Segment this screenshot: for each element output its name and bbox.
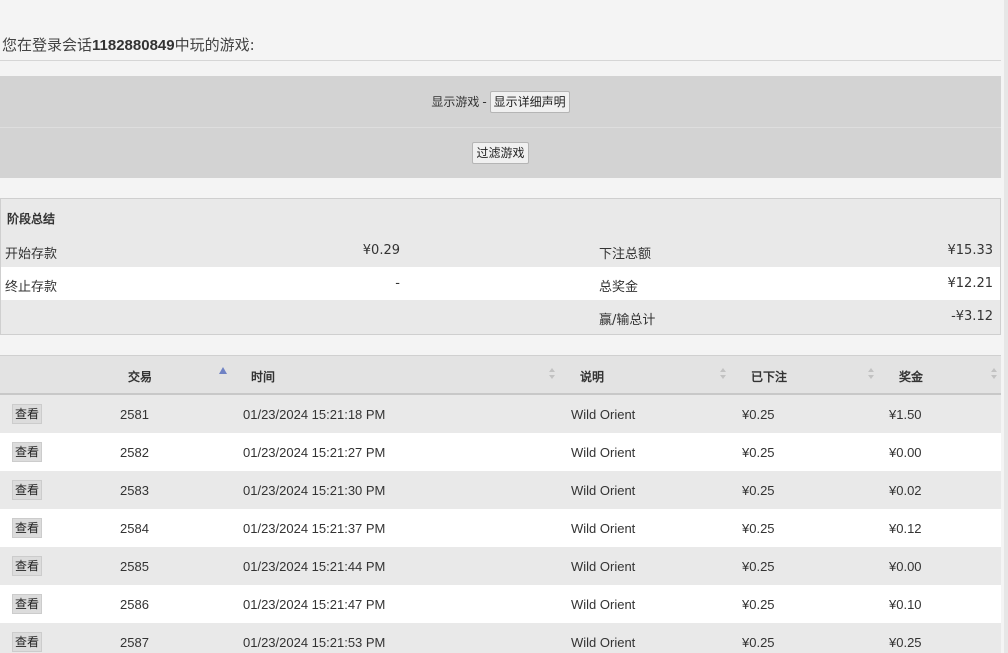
summary-label: 开始存款 xyxy=(5,247,58,262)
sort-icon[interactable] xyxy=(991,368,997,382)
bet-cell: ¥0.25 xyxy=(742,559,775,574)
summary-label: 终止存款 xyxy=(5,280,58,295)
time-cell: 01/23/2024 15:21:30 PM xyxy=(243,483,386,498)
description-cell: Wild Orient xyxy=(571,483,636,498)
scrollbar[interactable] xyxy=(1004,0,1008,653)
sort-icon[interactable] xyxy=(549,368,555,382)
show-games-label: 显示游戏 xyxy=(431,95,480,109)
filter-games-button[interactable]: 过滤游戏 xyxy=(472,142,529,164)
win-cell: ¥1.50 xyxy=(889,407,922,422)
view-button[interactable]: 查看 xyxy=(12,404,43,424)
view-button[interactable]: 查看 xyxy=(12,556,43,576)
transaction-id-cell: 2581 xyxy=(120,407,149,422)
column-header-bet[interactable]: 已下注 xyxy=(751,368,787,385)
summary-value: ¥0.29 xyxy=(362,243,400,258)
session-id: 1182880849 xyxy=(92,37,175,54)
transaction-id-cell: 2585 xyxy=(120,559,149,574)
bet-cell: ¥0.25 xyxy=(742,445,775,460)
description-cell: Wild Orient xyxy=(571,635,636,650)
bet-cell: ¥0.25 xyxy=(742,635,775,650)
time-cell: 01/23/2024 15:21:37 PM xyxy=(243,521,386,536)
summary-label: 赢/输总计 xyxy=(599,313,656,328)
header-divider xyxy=(0,60,1001,61)
games-grid-header: 交易 时间 说明 已下注 奖金 xyxy=(0,355,1001,395)
transaction-id-cell: 2586 xyxy=(120,597,149,612)
table-row: 查看 2582 01/23/2024 15:21:27 PM Wild Orient ¥… xyxy=(0,433,1001,471)
show-details-button[interactable]: 显示详细声明 xyxy=(489,90,570,113)
time-cell: 01/23/2024 15:21:18 PM xyxy=(243,407,386,422)
column-header-description[interactable]: 说明 xyxy=(580,368,604,385)
summary-row-net: 赢/输总计 -¥3.12 xyxy=(1,300,1000,333)
time-cell: 01/23/2024 15:21:44 PM xyxy=(243,559,386,574)
win-cell: ¥0.02 xyxy=(889,483,922,498)
description-cell: Wild Orient xyxy=(571,559,636,574)
win-cell: ¥0.12 xyxy=(889,521,922,536)
win-cell: ¥0.00 xyxy=(889,559,922,574)
sort-ascending-icon[interactable] xyxy=(219,367,227,374)
time-cell: 01/23/2024 15:21:53 PM xyxy=(243,635,386,650)
table-row: 查看 2581 01/23/2024 15:21:18 PM Wild Orient ¥… xyxy=(0,395,1001,433)
transaction-id-cell: 2584 xyxy=(120,521,149,536)
bet-cell: ¥0.25 xyxy=(742,483,775,498)
view-button[interactable]: 查看 xyxy=(12,594,43,614)
bet-cell: ¥0.25 xyxy=(742,521,775,536)
description-cell: Wild Orient xyxy=(571,445,636,460)
time-cell: 01/23/2024 15:21:47 PM xyxy=(243,597,386,612)
session-prefix: 您在登录会话 xyxy=(2,36,93,54)
description-cell: Wild Orient xyxy=(571,521,636,536)
transaction-id-cell: 2582 xyxy=(120,445,149,460)
table-row: 查看 2586 01/23/2024 15:21:47 PM Wild Orient ¥… xyxy=(0,585,1001,623)
bet-cell: ¥0.25 xyxy=(742,407,775,422)
table-row: 查看 2583 01/23/2024 15:21:30 PM Wild Orient ¥… xyxy=(0,471,1001,509)
view-button[interactable]: 查看 xyxy=(12,632,43,652)
summary-value: ¥12.21 xyxy=(947,276,994,291)
separator: - xyxy=(482,94,487,109)
sort-icon[interactable] xyxy=(720,368,726,382)
table-row: 查看 2587 01/23/2024 15:21:53 PM Wild Orient ¥… xyxy=(0,623,1001,653)
session-header: 您在登录会话1182880849中玩的游戏: xyxy=(2,34,255,55)
view-button[interactable]: 查看 xyxy=(12,480,43,500)
transaction-id-cell: 2587 xyxy=(120,635,149,650)
win-cell: ¥0.00 xyxy=(889,445,922,460)
session-suffix: 中玩的游戏: xyxy=(174,36,255,54)
summary-title: 阶段总结 xyxy=(7,212,56,226)
table-row: 查看 2584 01/23/2024 15:21:37 PM Wild Orient ¥… xyxy=(0,509,1001,547)
table-row: 查看 2585 01/23/2024 15:21:44 PM Wild Orient ¥… xyxy=(0,547,1001,585)
filter-row-filter: 过滤游戏 xyxy=(0,128,1001,178)
description-cell: Wild Orient xyxy=(571,407,636,422)
summary-row-start: 开始存款 ¥0.29 下注总额 ¥15.33 xyxy=(1,234,1000,267)
win-cell: ¥0.25 xyxy=(889,635,922,650)
summary-label: 下注总额 xyxy=(599,247,652,262)
summary-value: -¥3.12 xyxy=(951,309,993,324)
game-history-page: 您在登录会话1182880849中玩的游戏: 显示游戏 - 显示详细声明 过滤游… xyxy=(0,0,1008,653)
games-grid-body: 查看 2581 01/23/2024 15:21:18 PM Wild Orient ¥… xyxy=(0,395,1001,653)
filter-row-show: 显示游戏 - 显示详细声明 xyxy=(0,76,1001,127)
time-cell: 01/23/2024 15:21:27 PM xyxy=(243,445,386,460)
column-header-win[interactable]: 奖金 xyxy=(899,368,923,385)
sort-icon[interactable] xyxy=(868,368,874,382)
summary-row-end: 终止存款 - 总奖金 ¥12.21 xyxy=(1,267,1000,300)
win-cell: ¥0.10 xyxy=(889,597,922,612)
view-button[interactable]: 查看 xyxy=(12,442,43,462)
transaction-id-cell: 2583 xyxy=(120,483,149,498)
summary-value: ¥15.33 xyxy=(947,243,994,258)
bet-cell: ¥0.25 xyxy=(742,597,775,612)
view-button[interactable]: 查看 xyxy=(12,518,43,538)
summary-label: 总奖金 xyxy=(599,280,639,295)
summary-value: - xyxy=(395,276,400,291)
column-header-transaction[interactable]: 交易 xyxy=(128,368,152,385)
description-cell: Wild Orient xyxy=(571,597,636,612)
column-header-time[interactable]: 时间 xyxy=(251,368,275,385)
period-summary: 阶段总结 开始存款 ¥0.29 下注总额 ¥15.33 终止存款 - 总奖金 ¥… xyxy=(0,198,1001,335)
filter-panel: 显示游戏 - 显示详细声明 过滤游戏 xyxy=(0,76,1001,178)
